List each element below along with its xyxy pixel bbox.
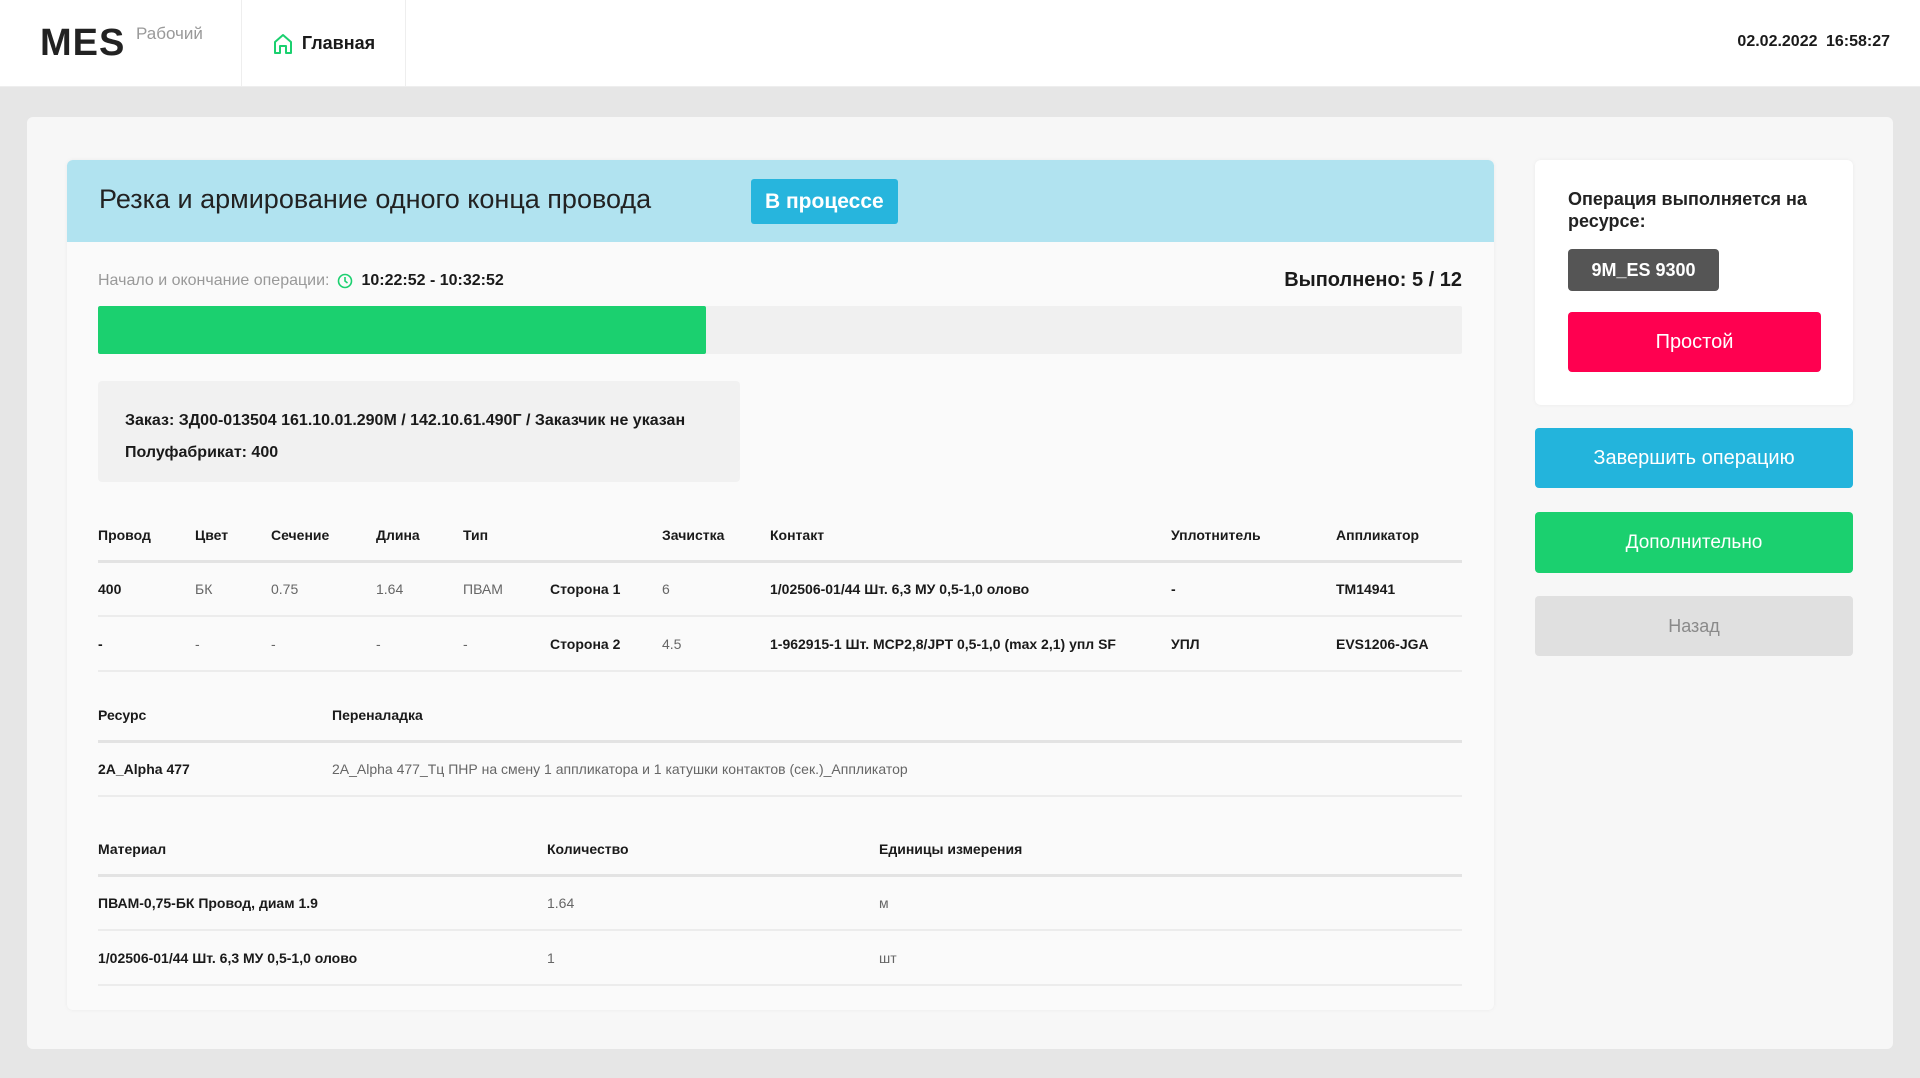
table-header: Провод Цвет Сечение Длина Тип Зачистка Контакт… xyxy=(98,510,1462,563)
column-header: Длина xyxy=(376,510,463,563)
datetime: 02.02.2022 16:58:27 xyxy=(1737,33,1890,51)
table-header: Ресурс Переналадка xyxy=(98,690,1462,743)
done-counter: Выполнено: 5 / 12 xyxy=(1284,269,1462,291)
material-table: Материал Количество Единицы измерения ПВАМ… xyxy=(98,824,1462,986)
table-cell: Сторона 1 xyxy=(550,561,662,617)
table-row: 1/02506-01/44 Шт. 6,3 МУ 0,5-1,0 олово 1 ш… xyxy=(98,930,1462,986)
logo-subtitle: Рабочий xyxy=(136,24,203,43)
column-header: Материал xyxy=(98,824,547,877)
table-cell: 1.64 xyxy=(547,875,879,931)
table-row: 400 БК 0.75 1.64 ПВАМ Сторона 1 6 1/02506-01/44… xyxy=(98,561,1462,617)
table-row: - - - - - Сторона 2 4.5 1-962915-1 Шт. MCP2,8/J… xyxy=(98,616,1462,672)
logo-text: MES xyxy=(40,22,126,64)
nav-home[interactable]: Главная xyxy=(242,0,406,87)
table-cell: 1-962915-1 Шт. MCP2,8/JPT 0,5-1,0 (max 2… xyxy=(770,616,1171,672)
column-header: Цвет xyxy=(195,510,271,563)
table-cell: - xyxy=(98,616,195,672)
table-cell: БК xyxy=(195,561,271,617)
nav-home-label: Главная xyxy=(301,33,376,53)
progress-bar xyxy=(98,306,1462,354)
table-cell: ПВАМ xyxy=(463,561,550,617)
logo: MES Рабочий xyxy=(0,0,242,87)
resource-card: Операция выполняется на ресурсе: 9M_ES 9… xyxy=(1535,160,1853,405)
time-row: Начало и окончание операции: 10:22:52 - … xyxy=(98,272,504,290)
table-cell: 6 xyxy=(662,561,770,617)
column-header xyxy=(550,510,662,563)
order-text: Заказ: ЗД00-013504 161.10.01.290М / 142.… xyxy=(125,412,686,429)
table-cell: 400 xyxy=(98,561,195,617)
time-label: Начало и окончание операции: xyxy=(98,272,330,289)
time-range: 10:22:52 - 10:32:52 xyxy=(361,272,504,289)
more-button[interactable]: Дополнительно xyxy=(1535,512,1853,573)
column-header: Количество xyxy=(547,824,879,877)
wire-table: Провод Цвет Сечение Длина Тип Зачистка Контакт… xyxy=(98,510,1462,672)
table-row: ПВАМ-0,75-БК Провод, диам 1.9 1.64 м xyxy=(98,875,1462,931)
top-header: MES Рабочий Главная 02.02.2022 16:58:27 xyxy=(0,0,1920,87)
table-cell: м xyxy=(879,875,1462,931)
table-cell: 1/02506-01/44 Шт. 6,3 МУ 0,5-1,0 олово xyxy=(770,561,1171,617)
table-cell: Сторона 2 xyxy=(550,616,662,672)
column-header: Единицы измерения xyxy=(879,824,1462,877)
idle-button[interactable]: Простой xyxy=(1568,312,1821,372)
column-header: Аппликатор xyxy=(1336,510,1462,563)
table-row: 2A_Alpha 477 2A_Alpha 477_Тц ПНР на смену… xyxy=(98,741,1462,797)
table-cell: - xyxy=(271,616,376,672)
resource-table: Ресурс Переналадка 2A_Alpha 477 2A_Alpha 4… xyxy=(98,690,1462,797)
column-header: Сечение xyxy=(271,510,376,563)
column-header: Зачистка xyxy=(662,510,770,563)
progress-fill xyxy=(98,306,707,354)
column-header: Тип xyxy=(463,510,550,563)
finish-operation-button[interactable]: Завершить операцию xyxy=(1535,428,1853,488)
resource-chip: 9M_ES 9300 xyxy=(1568,249,1719,291)
table-cell: 1/02506-01/44 Шт. 6,3 МУ 0,5-1,0 олово xyxy=(98,930,547,986)
operation-title: Резка и армирование одного конца провода xyxy=(99,184,652,214)
table-cell: - xyxy=(195,616,271,672)
operation-header: Резка и армирование одного конца провода… xyxy=(67,160,1494,242)
table-cell: - xyxy=(376,616,463,672)
table-cell: шт xyxy=(879,930,1462,986)
table-header: Материал Количество Единицы измерения xyxy=(98,824,1462,877)
resource-title: Операция выполняется на ресурсе: xyxy=(1568,189,1807,231)
semi-product: Полуфабрикат: 400 xyxy=(125,444,279,461)
table-cell: 4.5 xyxy=(662,616,770,672)
back-button[interactable]: Назад xyxy=(1535,596,1853,656)
table-cell: 2A_Alpha 477_Тц ПНР на смену 1 аппликато… xyxy=(332,741,1462,797)
home-icon xyxy=(273,33,292,54)
table-cell: 1 xyxy=(547,930,879,986)
column-header: Уплотнитель xyxy=(1171,510,1336,563)
clock-icon xyxy=(338,273,353,289)
column-header: Ресурс xyxy=(98,690,332,743)
operation-card: Резка и армирование одного конца провода… xyxy=(67,160,1494,1010)
column-header: Контакт xyxy=(770,510,1171,563)
table-cell: - xyxy=(1171,561,1336,617)
table-cell: 0.75 xyxy=(271,561,376,617)
time: 16:58:27 xyxy=(1825,33,1890,50)
table-cell: EVS1206-JGA xyxy=(1336,616,1462,672)
table-cell: 2A_Alpha 477 xyxy=(98,741,332,797)
table-cell: 1.64 xyxy=(376,561,463,617)
status-badge: В процессе xyxy=(751,179,898,224)
date: 02.02.2022 xyxy=(1737,33,1818,50)
table-cell: УПЛ xyxy=(1171,616,1336,672)
column-header: Переналадка xyxy=(332,690,1462,743)
table-cell: - xyxy=(463,616,550,672)
order-info: Заказ: ЗД00-013504 161.10.01.290М / 142.… xyxy=(98,381,740,482)
table-cell: ПВАМ-0,75-БК Провод, диам 1.9 xyxy=(98,875,547,931)
table-cell: TM14941 xyxy=(1336,561,1462,617)
column-header: Провод xyxy=(98,510,195,563)
